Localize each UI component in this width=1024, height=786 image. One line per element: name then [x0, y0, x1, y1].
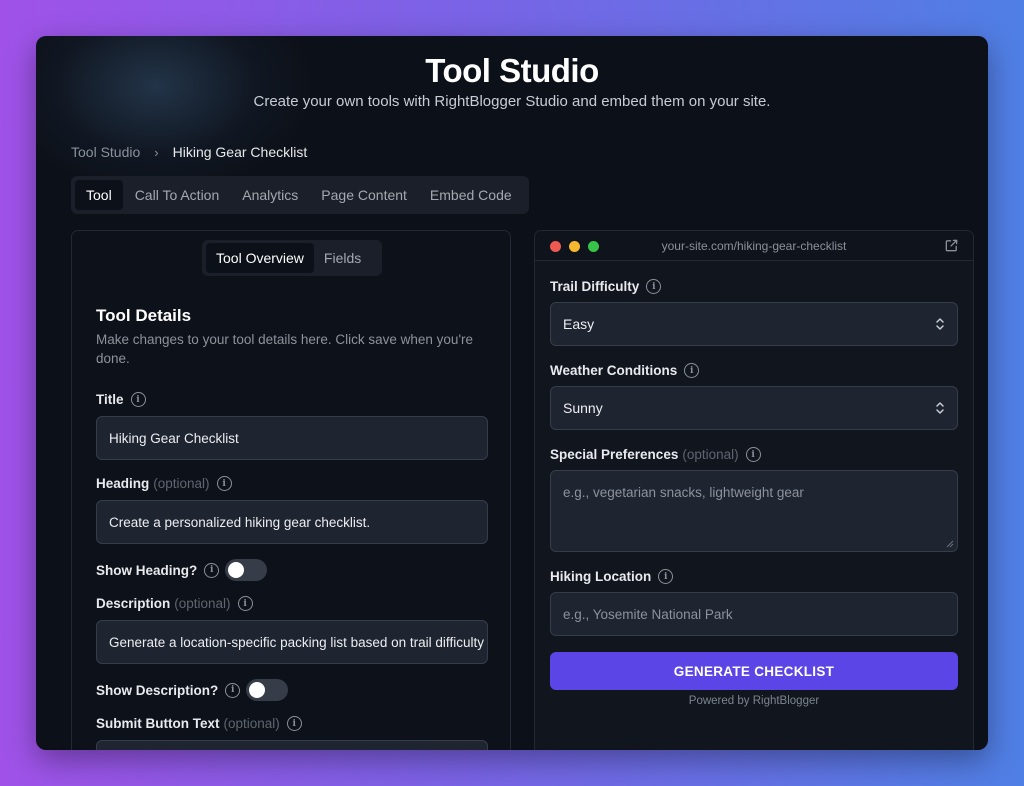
weather-conditions-select[interactable]: Sunny [550, 386, 958, 430]
heading-label-text: Heading [96, 476, 150, 491]
subtab-fields[interactable]: Fields [314, 243, 371, 273]
description-input[interactable]: Generate a location-specific packing lis… [96, 620, 488, 664]
preview-url: your-site.com/hiking-gear-checklist [661, 239, 847, 253]
page-title: Tool Studio [425, 52, 599, 89]
powered-by-text: Powered by RightBlogger [688, 695, 820, 707]
special-preferences-label-text: Special Preferences [550, 447, 679, 462]
info-icon[interactable]: i [204, 562, 220, 578]
title-label: Title i [96, 392, 146, 407]
tool-preview-panel: your-site.com/hiking-gear-checklist Trai… [534, 230, 974, 750]
info-icon[interactable]: i [658, 569, 674, 584]
submit-button-text-input[interactable] [96, 740, 488, 750]
trail-difficulty-value: Easy [563, 316, 595, 332]
heading-label: Heading (optional) i [96, 476, 232, 491]
breadcrumb-root-link[interactable]: Tool Studio [71, 144, 140, 160]
hiking-location-label-text: Hiking Location [550, 569, 652, 584]
chevron-up-down-icon [935, 317, 945, 331]
subtab-tool-overview[interactable]: Tool Overview [206, 243, 314, 273]
show-heading-label: Show Heading? [96, 562, 198, 578]
description-label-text: Description [96, 596, 171, 611]
info-icon[interactable]: i [684, 363, 700, 378]
info-icon[interactable]: i [286, 716, 302, 731]
optional-text: (optional) [223, 716, 280, 731]
breadcrumb-current: Hiking Gear Checklist [172, 144, 308, 160]
submit-label-text: Submit Button Text [96, 716, 220, 731]
heading-input[interactable]: Create a personalized hiking gear checkl… [96, 500, 488, 544]
trail-difficulty-select[interactable]: Easy [550, 302, 958, 346]
submit-button-text-label: Submit Button Text (optional) i [96, 716, 302, 731]
info-icon[interactable]: i [130, 392, 146, 407]
show-heading-toggle[interactable] [225, 559, 268, 581]
optional-text: (optional) [174, 596, 231, 611]
breadcrumb: Tool Studio › Hiking Gear Checklist [71, 144, 307, 160]
trail-difficulty-label-text: Trail Difficulty [550, 279, 640, 294]
trail-difficulty-label: Trail Difficulty i [550, 279, 662, 294]
tool-editor-panel: Tool Overview Fields Tool Details Make c… [71, 230, 511, 750]
info-icon[interactable]: i [646, 279, 662, 294]
section-description: Make changes to your tool details here. … [96, 332, 474, 366]
title-input[interactable]: Hiking Gear Checklist [96, 416, 488, 460]
tab-analytics[interactable]: Analytics [231, 180, 309, 210]
tab-tool[interactable]: Tool [75, 180, 123, 210]
weather-conditions-label-text: Weather Conditions [550, 363, 678, 378]
optional-text: (optional) [153, 476, 210, 491]
show-heading-row: Show Heading? i [96, 559, 268, 581]
page-subtitle: Create your own tools with RightBlogger … [253, 93, 771, 110]
show-description-label: Show Description? [96, 682, 219, 698]
weather-conditions-value: Sunny [563, 400, 603, 416]
optional-text: (optional) [682, 447, 739, 462]
special-preferences-label: Special Preferences (optional) i [550, 447, 761, 462]
weather-conditions-label: Weather Conditions i [550, 363, 700, 378]
info-icon[interactable]: i [745, 447, 761, 462]
browser-bar: your-site.com/hiking-gear-checklist [535, 231, 973, 261]
tab-call-to-action[interactable]: Call To Action [124, 180, 231, 210]
info-icon[interactable]: i [216, 476, 232, 491]
tab-embed-code[interactable]: Embed Code [419, 180, 523, 210]
show-description-toggle[interactable] [246, 679, 289, 701]
main-tabs: Tool Call To Action Analytics Page Conte… [71, 176, 529, 214]
resize-handle-icon[interactable] [946, 540, 954, 548]
editor-subtabs: Tool Overview Fields [202, 240, 382, 276]
info-icon[interactable]: i [237, 596, 253, 611]
info-icon[interactable]: i [225, 682, 241, 698]
hiking-location-label: Hiking Location i [550, 569, 674, 584]
description-label: Description (optional) i [96, 596, 253, 611]
external-link-icon[interactable] [944, 238, 959, 253]
generate-checklist-button[interactable]: GENERATE CHECKLIST [550, 652, 958, 690]
toggle-knob [249, 682, 266, 698]
section-title: Tool Details [96, 306, 192, 325]
tab-page-content[interactable]: Page Content [310, 180, 418, 210]
special-preferences-textarea[interactable]: e.g., vegetarian snacks, lightweight gea… [550, 470, 958, 552]
show-description-row: Show Description? i [96, 679, 289, 701]
title-label-text: Title [96, 392, 124, 407]
studio-window: Tool Studio Create your own tools with R… [36, 36, 988, 750]
chevron-up-down-icon [935, 401, 945, 415]
special-preferences-placeholder: e.g., vegetarian snacks, lightweight gea… [563, 485, 804, 500]
hiking-location-input[interactable]: e.g., Yosemite National Park [550, 592, 958, 636]
chevron-right-icon: › [154, 144, 159, 160]
toggle-knob [228, 562, 245, 578]
